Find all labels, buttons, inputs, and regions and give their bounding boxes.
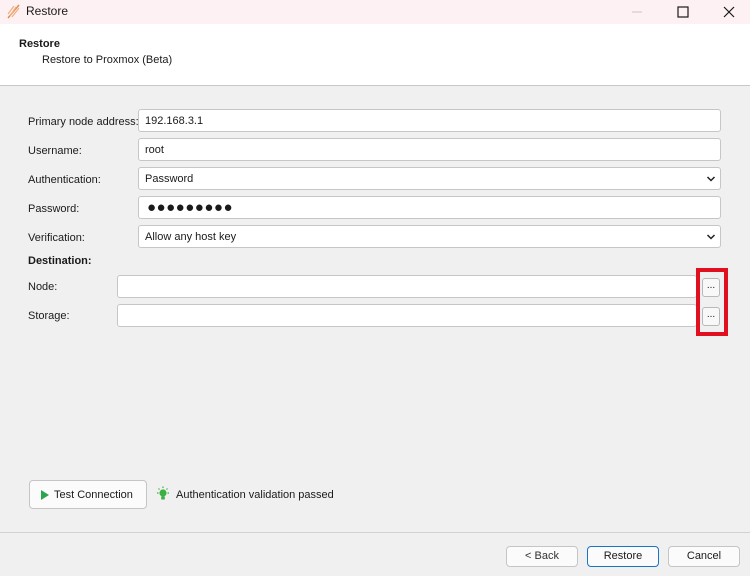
test-connection-button[interactable]: Test Connection (29, 480, 147, 509)
username-label: Username: (28, 145, 82, 157)
verification-value: Allow any host key (145, 231, 237, 243)
primary-node-label: Primary node address: (28, 116, 139, 128)
close-icon (723, 6, 735, 18)
status-message: Authentication validation passed (176, 489, 334, 501)
chevron-down-icon (706, 176, 716, 182)
verification-label: Verification: (28, 232, 85, 244)
close-button[interactable] (706, 0, 750, 24)
password-label: Password: (28, 203, 80, 215)
node-input[interactable] (117, 275, 697, 298)
back-button[interactable]: < Back (506, 546, 578, 567)
storage-input[interactable] (117, 304, 697, 327)
restore-window: Restore Restore Restore to Proxmox (Beta… (0, 0, 750, 576)
storage-label: Storage: (28, 310, 70, 322)
footer-divider (0, 532, 750, 533)
title-bar: Restore (0, 0, 750, 24)
play-icon (41, 490, 49, 500)
authentication-select[interactable]: Password (138, 167, 721, 190)
authentication-value: Password (145, 173, 194, 185)
page-subtitle: Restore to Proxmox (Beta) (42, 54, 173, 66)
lightbulb-icon (157, 486, 169, 500)
maximize-button[interactable] (660, 0, 706, 24)
authentication-label: Authentication: (28, 174, 101, 186)
username-input[interactable]: root (138, 138, 721, 161)
restore-button[interactable]: Restore (587, 546, 659, 567)
minimize-button[interactable] (614, 0, 660, 24)
test-connection-label: Test Connection (54, 489, 133, 501)
window-title: Restore (26, 4, 69, 18)
maximize-icon (677, 6, 689, 18)
highlight-box (696, 268, 728, 336)
chevron-down-icon (706, 234, 716, 240)
primary-node-input[interactable]: 192.168.3.1 (138, 109, 721, 132)
username-value: root (145, 144, 164, 156)
cancel-button[interactable]: Cancel (668, 546, 740, 567)
wizard-header: Restore Restore to Proxmox (Beta) (0, 24, 750, 86)
page-title: Restore (19, 38, 60, 50)
destination-heading: Destination: (28, 255, 92, 267)
primary-node-value: 192.168.3.1 (145, 115, 204, 127)
password-input[interactable]: ●●●●●●●●● (138, 196, 721, 219)
feather-icon (5, 3, 22, 20)
password-mask: ●●●●●●●●● (147, 199, 234, 216)
node-label: Node: (28, 281, 58, 293)
minimize-icon (632, 11, 642, 13)
verification-select[interactable]: Allow any host key (138, 225, 721, 248)
